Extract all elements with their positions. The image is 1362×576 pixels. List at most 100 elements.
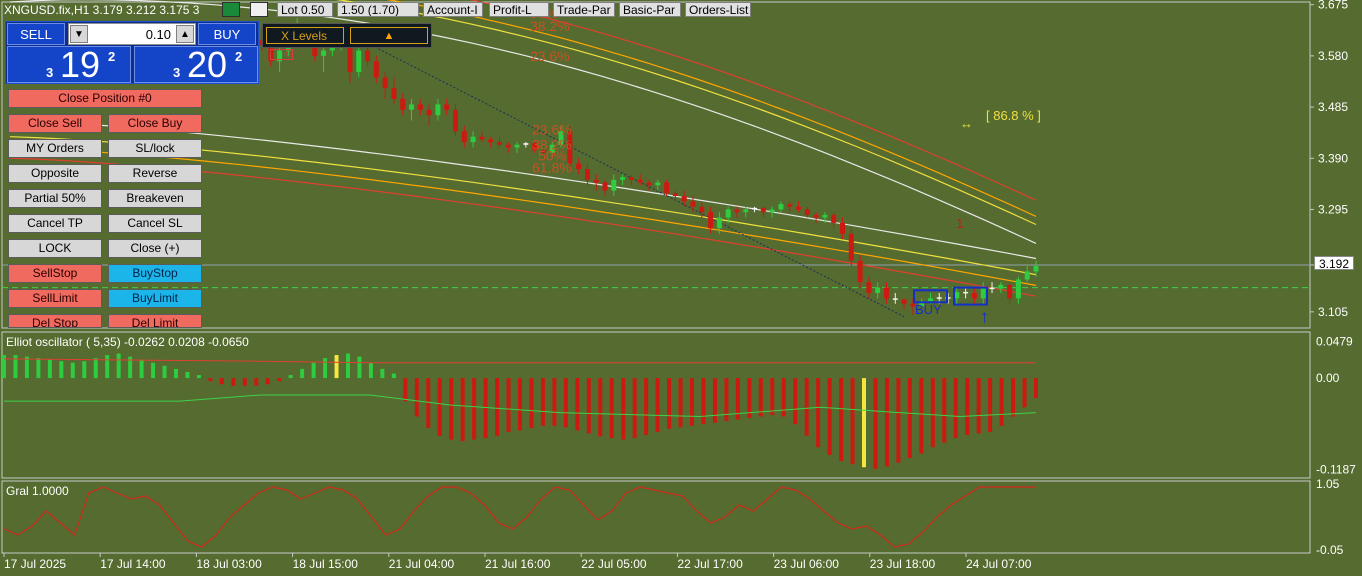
oscillator-bar: [391, 373, 396, 379]
toolbar-button-profit[interactable]: Profit-L: [489, 2, 549, 17]
oscillator-bar: [827, 378, 832, 455]
close-buy-button[interactable]: Close Buy: [108, 114, 202, 133]
oscillator-bar: [1034, 378, 1038, 399]
current-price-tag: 3.192: [1314, 256, 1354, 271]
candle-body: [831, 214, 837, 223]
fib-level-label: 61.8%: [532, 159, 572, 175]
fib-level-label: 23.6%: [530, 48, 570, 64]
xlevels-button[interactable]: X Levels 0: [266, 27, 344, 60]
oscillator-bar: [609, 378, 614, 439]
white-square-icon[interactable]: [250, 2, 268, 17]
candle-body: [769, 209, 775, 213]
green-square-icon[interactable]: [222, 2, 240, 17]
candle-body: [321, 50, 327, 56]
oscillator-bar: [346, 353, 350, 379]
cancel-tp-button[interactable]: Cancel TP: [8, 214, 102, 233]
toolbar-button-orders-list[interactable]: Orders-List: [685, 2, 751, 17]
toolbar-button-account[interactable]: Account-I: [423, 2, 483, 17]
oscillator-bar: [185, 371, 190, 379]
oscillator-bar: [219, 378, 224, 385]
lock-button[interactable]: LOCK: [8, 239, 102, 258]
close-position-button[interactable]: Close Position #0: [8, 89, 202, 108]
candle-body: [356, 50, 362, 73]
candle-body: [866, 282, 872, 293]
sell-limit-button[interactable]: SellLimit: [8, 289, 102, 308]
toolbar-button-lot[interactable]: Lot 0.50: [277, 2, 333, 17]
my-orders-button[interactable]: MY Orders: [8, 139, 102, 158]
gral-line: [3, 486, 1036, 548]
buy-button[interactable]: BUY: [198, 23, 256, 45]
lot-increase-icon[interactable]: ▲: [176, 25, 194, 43]
reverse-button[interactable]: Reverse: [108, 164, 202, 183]
gral-tick-label: 1.05: [1316, 477, 1340, 491]
toolbar-button-lot-info[interactable]: 1.50 (1.70): [337, 2, 419, 17]
oscillator-bar: [323, 358, 328, 379]
oscillator-title: Elliot oscillator ( 5,35) -0.0262 0.0208…: [6, 335, 249, 349]
oscillator-bar: [59, 361, 64, 379]
expand-up-icon[interactable]: ▲: [350, 27, 428, 44]
cancel-sl-button[interactable]: Cancel SL: [108, 214, 202, 233]
lot-value[interactable]: 0.10: [146, 27, 171, 42]
oscillator-bar: [24, 356, 29, 379]
candles[interactable]: [259, 18, 1039, 315]
opposite-button[interactable]: Opposite: [8, 164, 102, 183]
candle-body: [734, 209, 740, 213]
del-limit-button[interactable]: Del Limit: [108, 314, 202, 328]
candle-body: [505, 144, 511, 148]
close-sell-button[interactable]: Close Sell: [8, 114, 102, 133]
candle-body: [1015, 279, 1021, 299]
oscillator-bar: [839, 378, 844, 462]
sl-lock-button[interactable]: SL/lock: [108, 139, 202, 158]
candle-body: [980, 287, 986, 299]
candle-body: [963, 291, 969, 294]
time-tick-label: 18 Jul 15:00: [293, 557, 359, 571]
price-tick-label: 3.675: [1318, 0, 1348, 12]
candle-body: [1007, 284, 1013, 299]
gral-tick-label: -0.05: [1316, 543, 1344, 557]
candle-body: [848, 233, 854, 261]
sell-price-sup: 2: [108, 49, 116, 64]
oscillator-bar: [621, 378, 626, 440]
price-tick-label: 3.390: [1318, 151, 1348, 165]
candle-body: [470, 136, 476, 143]
toolbar-button-trade-par[interactable]: Trade-Par: [553, 2, 615, 17]
oscillator-bar: [151, 362, 156, 379]
time-tick-label: 21 Jul 04:00: [389, 557, 455, 571]
candle-body: [883, 287, 889, 299]
oscillator-bar: [976, 378, 981, 434]
sell-stop-button[interactable]: SellStop: [8, 264, 102, 283]
oscillator-bar: [277, 378, 282, 382]
candle-body: [391, 88, 397, 99]
breakeven-button[interactable]: Breakeven: [108, 189, 202, 208]
candle-body: [602, 182, 608, 191]
buy-stop-button[interactable]: BuyStop: [108, 264, 202, 283]
fib-level-label: 38.2%: [530, 18, 570, 34]
oscillator-bar: [116, 353, 121, 379]
oscillator-bar: [139, 359, 144, 379]
sell-button[interactable]: SELL: [7, 23, 65, 45]
partial-50-button[interactable]: Partial 50%: [8, 189, 102, 208]
lot-input[interactable]: ▼ 0.10 ▲: [68, 23, 196, 45]
oscillator-bar: [552, 378, 557, 426]
oscillator-bar: [47, 359, 52, 379]
oscillator-bar: [518, 378, 522, 431]
oscillator-bar: [678, 378, 683, 428]
sell-price-big: 19: [60, 44, 101, 85]
oscillator-signal-red: [3, 358, 1036, 364]
oscillator-bar: [196, 375, 201, 379]
buy-price-box[interactable]: 3 20 2: [134, 44, 258, 85]
gral-indicator: Gral 1.0000 1.05 -0.05: [3, 477, 1344, 557]
oscillator-bar: [632, 378, 637, 439]
candle-body: [743, 209, 749, 213]
del-stop-button[interactable]: Del Stop: [8, 314, 102, 328]
buy-limit-button[interactable]: BuyLimit: [108, 289, 202, 308]
lot-decrease-icon[interactable]: ▼: [70, 25, 88, 43]
candle-body: [453, 109, 458, 132]
close-plus-button[interactable]: Close (+): [108, 239, 202, 258]
price-tick-label: 3.295: [1318, 202, 1348, 216]
oscillator-bar: [495, 378, 500, 436]
sell-price-box[interactable]: 3 19 2: [7, 44, 131, 85]
toolbar-button-basic-par[interactable]: Basic-Par: [619, 2, 681, 17]
oscillator-bar: [690, 378, 694, 426]
time-tick-label: 23 Jul 18:00: [870, 557, 936, 571]
